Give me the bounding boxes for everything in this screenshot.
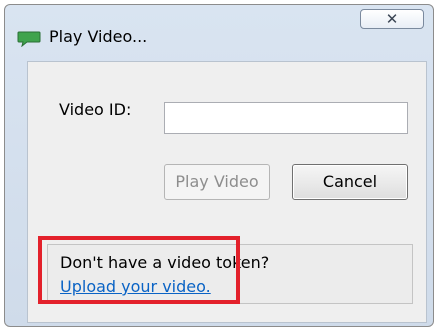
dialog-body: Video ID: Play Video Cancel Don't have a…	[27, 61, 427, 323]
video-id-label: Video ID:	[59, 100, 132, 119]
video-token-panel: Don't have a video token? Upload your vi…	[47, 244, 413, 304]
cancel-button[interactable]: Cancel	[292, 164, 408, 200]
play-video-button[interactable]: Play Video	[164, 164, 270, 200]
token-question: Don't have a video token?	[60, 253, 270, 272]
close-button[interactable]: ✕	[360, 9, 424, 29]
window-title: Play Video...	[49, 27, 148, 46]
video-id-input[interactable]	[164, 102, 408, 134]
upload-video-link[interactable]: Upload your video.	[60, 277, 211, 296]
dialog-window: Play Video... ✕ Video ID: Play Video Can…	[4, 4, 434, 327]
speech-bubble-icon	[17, 31, 41, 48]
title-bar: Play Video... ✕	[5, 5, 433, 49]
close-icon: ✕	[385, 10, 399, 28]
